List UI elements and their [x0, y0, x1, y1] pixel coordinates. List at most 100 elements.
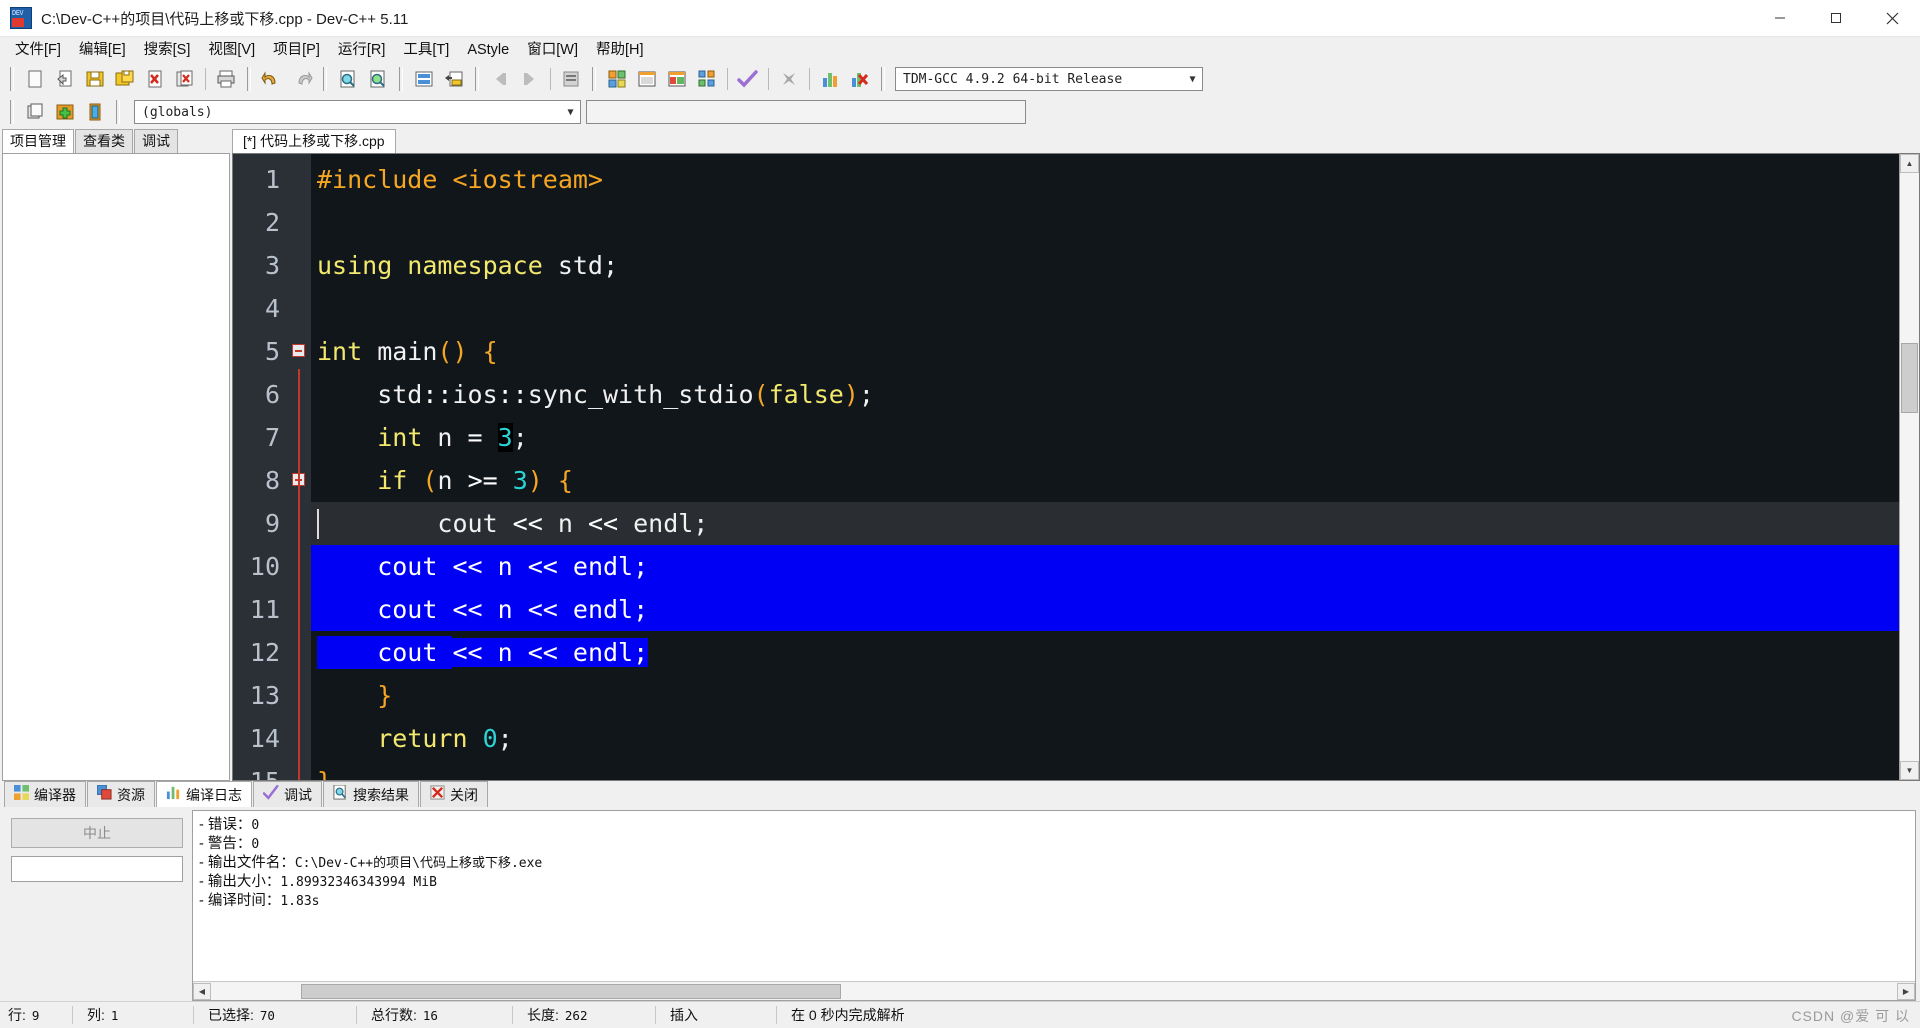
panel-tab-classes[interactable]: 查看类 [75, 129, 133, 153]
code-token: return [377, 724, 468, 753]
code-line-selected[interactable]: cout << n << endl; [311, 588, 1899, 631]
redo-button[interactable] [287, 65, 317, 93]
undo-button[interactable] [257, 65, 287, 93]
code-line[interactable]: int n = 3; [311, 416, 1899, 459]
menu-edit[interactable]: 编辑[E] [70, 38, 135, 62]
code-line[interactable]: using namespace std; [311, 244, 1899, 287]
scroll-thumb[interactable] [1901, 343, 1918, 413]
bottom-tab-label: 编译日志 [186, 786, 242, 803]
menu-view[interactable]: 视图[V] [199, 38, 264, 62]
goto-line-button[interactable] [409, 65, 439, 93]
maximize-button[interactable] [1808, 0, 1864, 36]
code-line[interactable]: return 0; [311, 717, 1899, 760]
code-line[interactable]: #include <iostream> [311, 158, 1899, 201]
save-all-button[interactable] [110, 65, 140, 93]
add-green-button[interactable] [50, 98, 80, 126]
menu-window[interactable]: 窗口[W] [518, 38, 587, 62]
compile-button[interactable] [602, 65, 632, 93]
abort-button[interactable]: 中止 [11, 818, 183, 848]
compiler-select[interactable]: TDM-GCC 4.9.2 64-bit Release ▼ [895, 67, 1203, 91]
scroll-down-icon[interactable]: ▼ [1900, 761, 1919, 780]
bottom-tab-search-results[interactable]: 搜索结果 [323, 781, 419, 807]
status-selected-value: 70 [259, 1007, 275, 1023]
scroll-thumb[interactable] [301, 983, 841, 999]
code-line[interactable]: } [311, 674, 1899, 717]
log-line-label: - 输出大小： [199, 874, 281, 890]
menu-help[interactable]: 帮助[H] [587, 38, 653, 62]
rebuild-all-button[interactable] [692, 65, 722, 93]
find-button[interactable] [333, 65, 363, 93]
code-fold-gutter[interactable] [289, 154, 311, 780]
scroll-right-icon[interactable]: ▶ [1897, 982, 1915, 1000]
menu-tools[interactable]: 工具[T] [394, 38, 458, 62]
code-line[interactable]: if (n >= 3) { [311, 459, 1899, 502]
scope-select[interactable]: (globals) ▼ [134, 100, 581, 124]
compile-run-button[interactable] [662, 65, 692, 93]
code-token: >= [467, 466, 498, 495]
save-button[interactable] [80, 65, 110, 93]
panel-tab-debug[interactable]: 调试 [134, 129, 178, 153]
magnifier-icon [333, 784, 348, 804]
run-button[interactable] [632, 65, 662, 93]
panel-tab-project[interactable]: 项目管理 [2, 129, 74, 153]
code-text-area[interactable]: #include <iostream> using namespace std;… [311, 154, 1899, 780]
code-line[interactable] [311, 287, 1899, 330]
minimize-button[interactable] [1752, 0, 1808, 36]
code-line[interactable] [311, 201, 1899, 244]
compile-log[interactable]: - 错误：0 - 警告：0 - 输出文件名：C:\Dev-C++的项目\代码上移… [192, 810, 1916, 1001]
goto-class-button[interactable] [80, 98, 110, 126]
scroll-track[interactable] [211, 982, 1897, 1000]
syntax-check-button[interactable] [733, 65, 763, 93]
stop-execution-button[interactable] [774, 65, 804, 93]
delete-profile-button[interactable] [845, 65, 875, 93]
forward-button[interactable] [515, 65, 545, 93]
compile-log-horizontal-scrollbar[interactable]: ◀ ▶ [193, 981, 1915, 1000]
bookmark-button[interactable] [556, 65, 586, 93]
open-file-button[interactable] [50, 65, 80, 93]
scroll-track[interactable] [1900, 173, 1919, 761]
back-button[interactable] [485, 65, 515, 93]
editor-vertical-scrollbar[interactable]: ▲ ▼ [1899, 154, 1919, 780]
code-editor-surface[interactable]: 1 2 3 4 5 6 7 8 9 10 11 12 13 14 #includ… [233, 154, 1899, 780]
editor-tab-file[interactable]: [*] 代码上移或下移.cpp [232, 129, 396, 153]
close-all-button[interactable] [170, 65, 200, 93]
insert-snippet-button[interactable] [20, 98, 50, 126]
menu-file[interactable]: 文件[F] [6, 38, 70, 62]
code-line[interactable]: int main() { [311, 330, 1899, 373]
bottom-tab-close[interactable]: 关闭 [420, 781, 488, 807]
log-line: - 输出文件名：C:\Dev-C++的项目\代码上移或下移.exe [199, 854, 1909, 873]
menu-project[interactable]: 项目[P] [264, 38, 329, 62]
close-file-button[interactable] [140, 65, 170, 93]
bottom-tab-label: 编译器 [34, 786, 76, 803]
fold-toggle-icon[interactable] [292, 344, 305, 357]
line-number: 14 [249, 724, 280, 753]
member-select[interactable] [586, 100, 1026, 124]
scroll-up-icon[interactable]: ▲ [1900, 154, 1919, 173]
status-parse-time: 在 0 秒内完成解析 [791, 1007, 905, 1023]
menu-search[interactable]: 搜索[S] [135, 38, 200, 62]
scroll-left-icon[interactable]: ◀ [193, 982, 211, 1000]
left-panel-tabs: 项目管理 查看类 调试 [0, 129, 232, 153]
bottom-tab-compiler[interactable]: 编译器 [4, 781, 86, 807]
bottom-tab-compile-log[interactable]: 编译日志 [156, 781, 252, 807]
new-file-button[interactable] [20, 65, 50, 93]
profile-button[interactable] [815, 65, 845, 93]
bottom-tab-debug[interactable]: 调试 [253, 781, 322, 807]
menu-astyle[interactable]: AStyle [458, 38, 518, 62]
project-tree[interactable] [2, 153, 230, 781]
menu-run[interactable]: 运行[R] [329, 38, 395, 62]
code-line-current[interactable]: cout << n << endl; [311, 502, 1899, 545]
code-line[interactable]: std::ios::sync_with_stdio(false); [311, 373, 1899, 416]
code-line-selected[interactable]: cout << n << endl; [311, 631, 1899, 674]
print-button[interactable] [211, 65, 241, 93]
bottom-tab-resources[interactable]: 资源 [87, 781, 155, 807]
status-bar: 行: 9 列: 1 已选择: 70 总行数: 16 长度: 262 插入 在 0… [0, 1001, 1920, 1028]
code-token: << [452, 595, 483, 624]
close-button[interactable] [1864, 0, 1920, 36]
goto-function-button[interactable] [439, 65, 469, 93]
replace-button[interactable] [363, 65, 393, 93]
code-line-selected[interactable]: cout << n << endl; [311, 545, 1899, 588]
code-line[interactable]: } [311, 760, 1899, 780]
